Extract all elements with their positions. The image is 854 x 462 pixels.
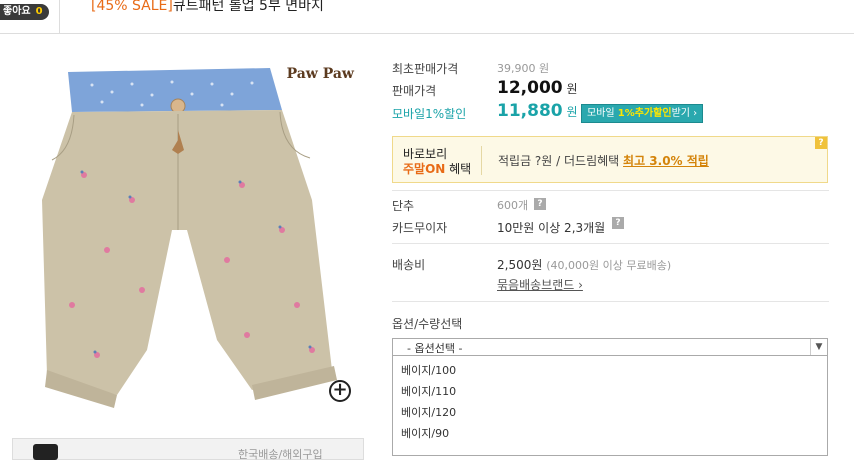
option-label: 옵션/수량선택: [392, 317, 463, 331]
mobile-btn-highlight: 1%추가할인: [617, 108, 672, 119]
plus-circle-icon[interactable]: +: [329, 380, 351, 402]
option-item[interactable]: 베이지/100: [401, 362, 456, 378]
shipping-label: 배송비: [392, 258, 426, 272]
unit-value: 600개: [497, 199, 529, 212]
first-price-value: 39,900 원: [497, 62, 550, 75]
help-icon[interactable]: ?: [534, 198, 546, 210]
sale-price-label: 판매가격: [392, 84, 437, 98]
thumbnail-icon[interactable]: [33, 444, 58, 460]
sale-price-unit: 원: [566, 82, 578, 96]
shipping-value: 2,500원: [497, 258, 543, 272]
notice-subtitle: 주말ON 혜택: [403, 160, 471, 177]
benefit-desc: 적립금 ?원 / 더드림혜택: [498, 154, 624, 168]
shipping-note: (40,000원 이상 무료배송): [546, 259, 672, 272]
benefit-link[interactable]: 최고 3.0% 적립: [623, 154, 709, 168]
brand-logo: Paw Paw: [286, 66, 354, 82]
like-label: 좋아요: [3, 6, 31, 17]
mobile-btn-text: 모바일: [587, 108, 618, 119]
help-icon[interactable]: ?: [612, 217, 624, 229]
mobile-price-unit: 원: [566, 105, 578, 119]
separator: [392, 243, 829, 244]
option-item[interactable]: 베이지/110: [401, 383, 456, 399]
help-icon[interactable]: ?: [815, 137, 827, 149]
unit-label: 단추: [392, 199, 415, 213]
sale-price-value: 12,000: [497, 78, 563, 98]
like-count: 0: [35, 6, 43, 17]
mobile-discount-button[interactable]: 모바일 1%추가할인받기 ›: [581, 104, 704, 123]
mobile-price-value: 11,880: [497, 101, 563, 121]
benefit-notice: 바로보리 주말ON 혜택 적립금 ?원 / 더드림혜택 최고 3.0% 적립 ?: [392, 136, 828, 183]
notice-subtitle-rest: 혜택: [445, 162, 472, 176]
option-select[interactable]: - 옵션선택 - ▼: [392, 338, 828, 356]
option-selected: - 옵션선택 -: [407, 342, 463, 355]
sale-tag: [45% SALE]: [91, 0, 173, 14]
notice-divider: [481, 146, 482, 175]
mobile-btn-suffix: 받기 ›: [671, 108, 698, 119]
first-price-label: 최초판매가격: [392, 62, 459, 76]
mobile-discount-label: 모바일1%할인: [392, 107, 467, 121]
card-value: 10만원 이상 2,3개월: [497, 221, 606, 235]
pants-illustration: [42, 68, 337, 408]
card-label: 카드무이자: [392, 221, 448, 235]
separator: [392, 301, 829, 302]
top-bar: 좋아요 0 [45% SALE]큐트패턴 롤업 5부 면바지: [0, 0, 854, 34]
chevron-down-icon[interactable]: ▼: [810, 339, 827, 355]
thumbnail-text: 한국배송/해외구입: [238, 448, 323, 461]
title-text: 큐트패턴 롤업 5부 면바지: [172, 0, 324, 14]
thumbnail-strip: 한국배송/해외구입: [12, 438, 364, 461]
shipping-value-wrap: 2,500원 (40,000원 이상 무료배송): [497, 256, 671, 273]
like-button[interactable]: 좋아요 0: [0, 4, 49, 20]
option-list: 베이지/100 베이지/110 베이지/120 베이지/90: [392, 356, 828, 456]
product-title: [45% SALE]큐트패턴 롤업 5부 면바지: [91, 0, 324, 15]
benefit-text: 적립금 ?원 / 더드림혜택 최고 3.0% 적립: [498, 152, 709, 169]
separator: [392, 190, 829, 191]
notice-highlight: 주말ON: [403, 162, 446, 176]
bundle-brand-link[interactable]: 묶음배송브랜드 ›: [497, 276, 583, 293]
option-item[interactable]: 베이지/120: [401, 404, 456, 420]
product-image[interactable]: Paw Paw +: [12, 50, 362, 415]
option-item[interactable]: 베이지/90: [401, 425, 449, 441]
divider: [59, 0, 60, 33]
